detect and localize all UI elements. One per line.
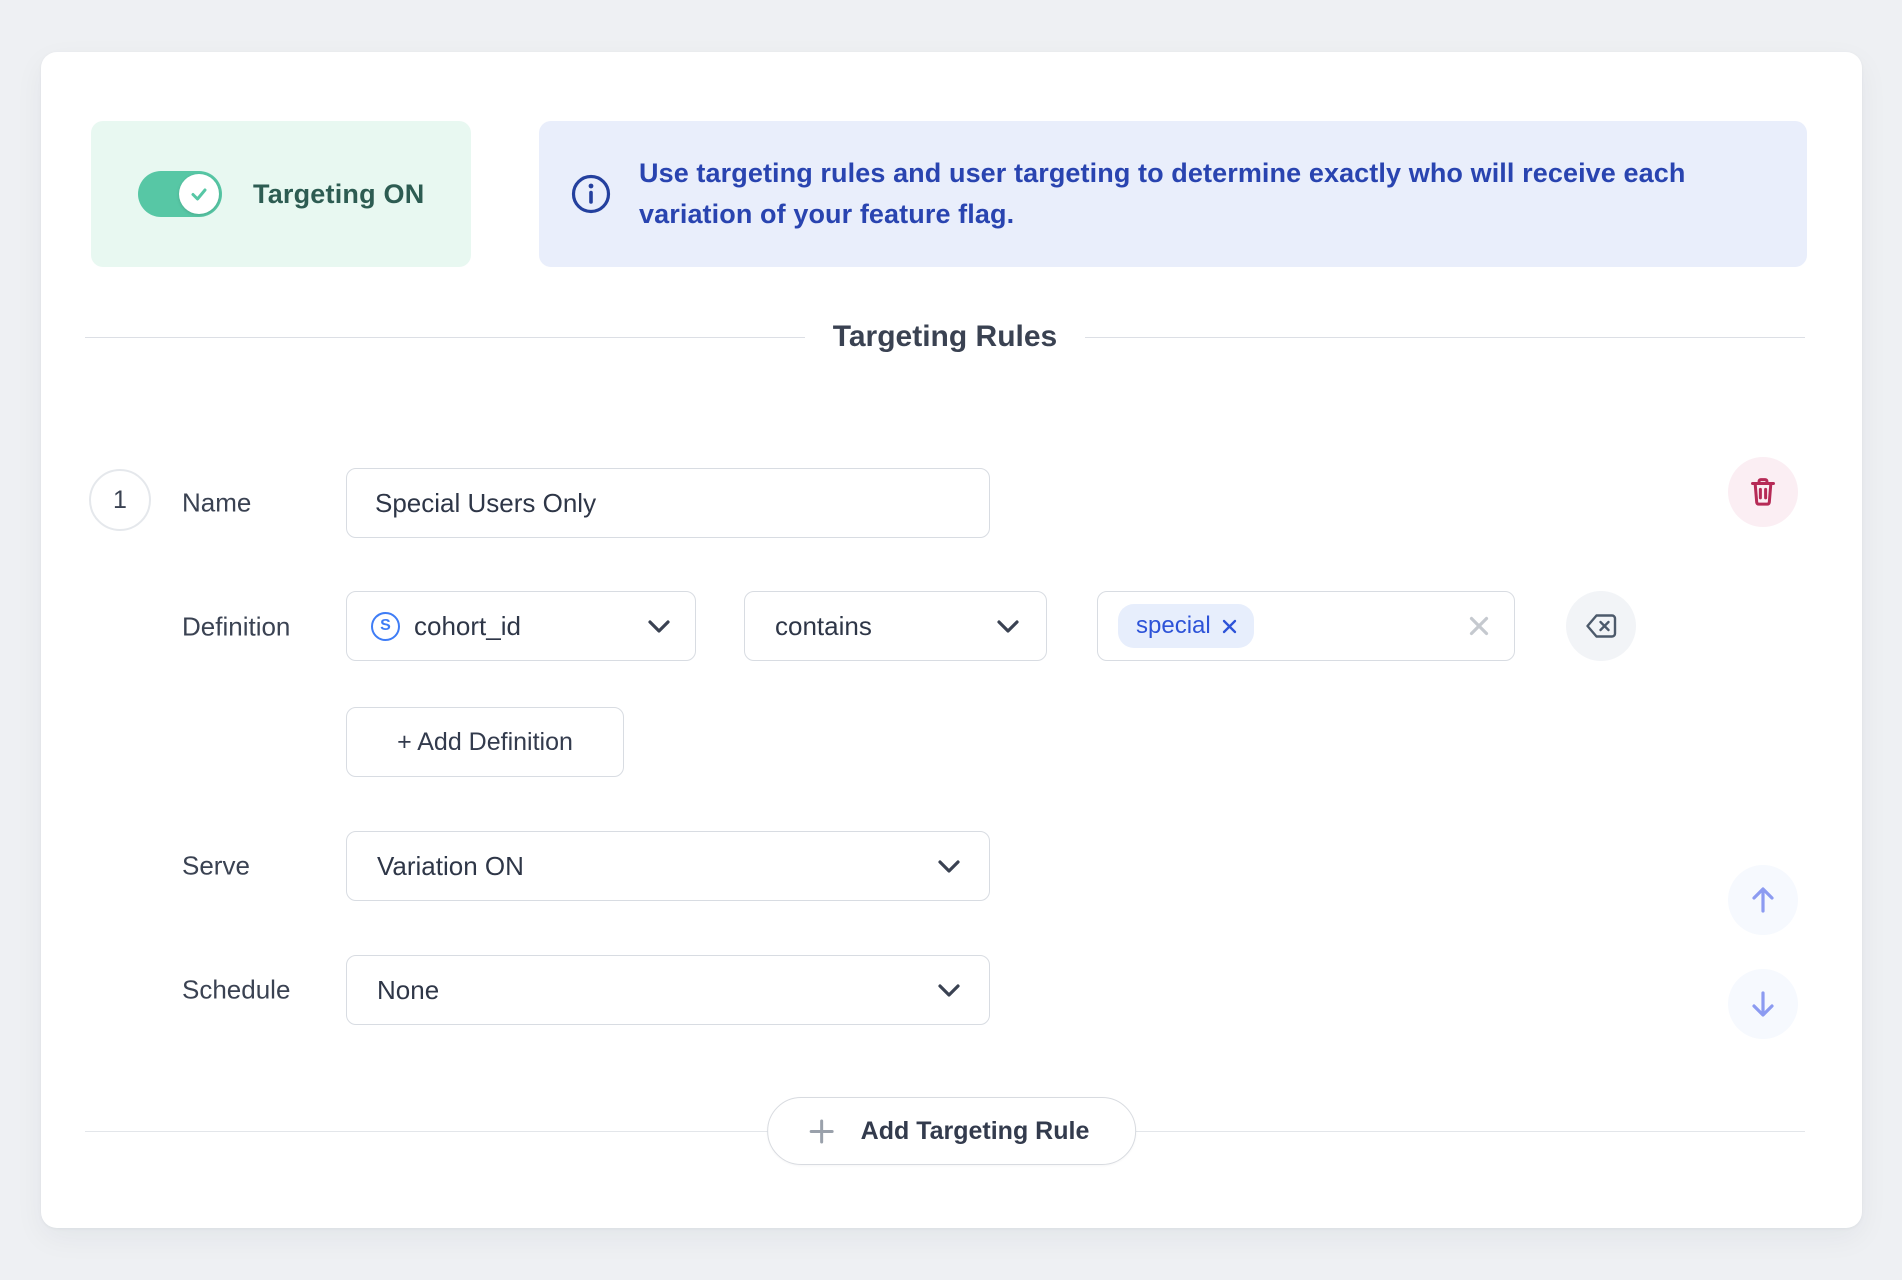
value-chip: special [1118, 604, 1254, 648]
check-icon [188, 183, 210, 205]
chevron-down-icon [996, 619, 1020, 634]
info-banner-text: Use targeting rules and user targeting t… [639, 158, 1686, 229]
schedule-dropdown-value: None [377, 974, 440, 1005]
name-label: Name [182, 487, 252, 518]
clear-values-icon[interactable] [1468, 615, 1490, 637]
arrow-down-icon [1746, 987, 1780, 1021]
header-divider-right [1085, 336, 1806, 338]
chevron-down-icon [647, 619, 671, 634]
page-background: { "toggle": { "label": "Targeting ON", "… [0, 0, 1902, 1280]
add-definition-button[interactable]: + Add Definition [346, 707, 624, 777]
rule-number-badge: 1 [89, 469, 151, 531]
serve-dropdown[interactable]: Variation ON [346, 831, 990, 901]
serve-label: Serve [182, 850, 250, 881]
attribute-dropdown-value: cohort_id [414, 610, 521, 641]
info-banner: Use targeting rules and user targeting t… [539, 121, 1807, 267]
backspace-icon [1584, 612, 1618, 640]
targeting-toggle-box: Targeting ON [91, 121, 471, 267]
arrow-up-icon [1746, 883, 1780, 917]
value-chip-label: special [1136, 612, 1211, 639]
chevron-down-icon [937, 859, 961, 874]
add-targeting-rule-button[interactable]: Add Targeting Rule [766, 1097, 1137, 1165]
schedule-label: Schedule [182, 974, 291, 1005]
targeting-toggle[interactable] [138, 171, 222, 217]
plus-icon [808, 1118, 835, 1145]
toggle-knob [179, 174, 219, 214]
delete-rule-button[interactable] [1728, 457, 1798, 527]
targeting-card: Targeting ON Use targeting rules and use… [41, 52, 1862, 1228]
clear-definition-button[interactable] [1566, 591, 1636, 661]
header-divider-left [85, 336, 805, 338]
info-icon [570, 173, 612, 215]
section-header: Targeting Rules [85, 315, 1806, 359]
s-badge-icon: S [371, 611, 400, 641]
attribute-dropdown[interactable]: S cohort_id [346, 591, 696, 661]
schedule-dropdown[interactable]: None [346, 955, 990, 1025]
operator-dropdown-value: contains [775, 610, 872, 641]
chevron-down-icon [937, 983, 961, 998]
chip-remove-icon[interactable] [1221, 618, 1238, 635]
operator-dropdown[interactable]: contains [744, 591, 1047, 661]
serve-dropdown-value: Variation ON [377, 850, 524, 881]
definition-label: Definition [182, 611, 291, 642]
values-input[interactable]: special [1097, 591, 1515, 661]
move-rule-down-button[interactable] [1728, 969, 1798, 1039]
add-targeting-rule-label: Add Targeting Rule [860, 1116, 1090, 1145]
targeting-toggle-label: Targeting ON [253, 178, 425, 209]
move-rule-up-button[interactable] [1728, 865, 1798, 935]
section-title: Targeting Rules [832, 320, 1058, 353]
rule-name-input[interactable] [346, 468, 990, 538]
trash-icon [1747, 475, 1779, 509]
